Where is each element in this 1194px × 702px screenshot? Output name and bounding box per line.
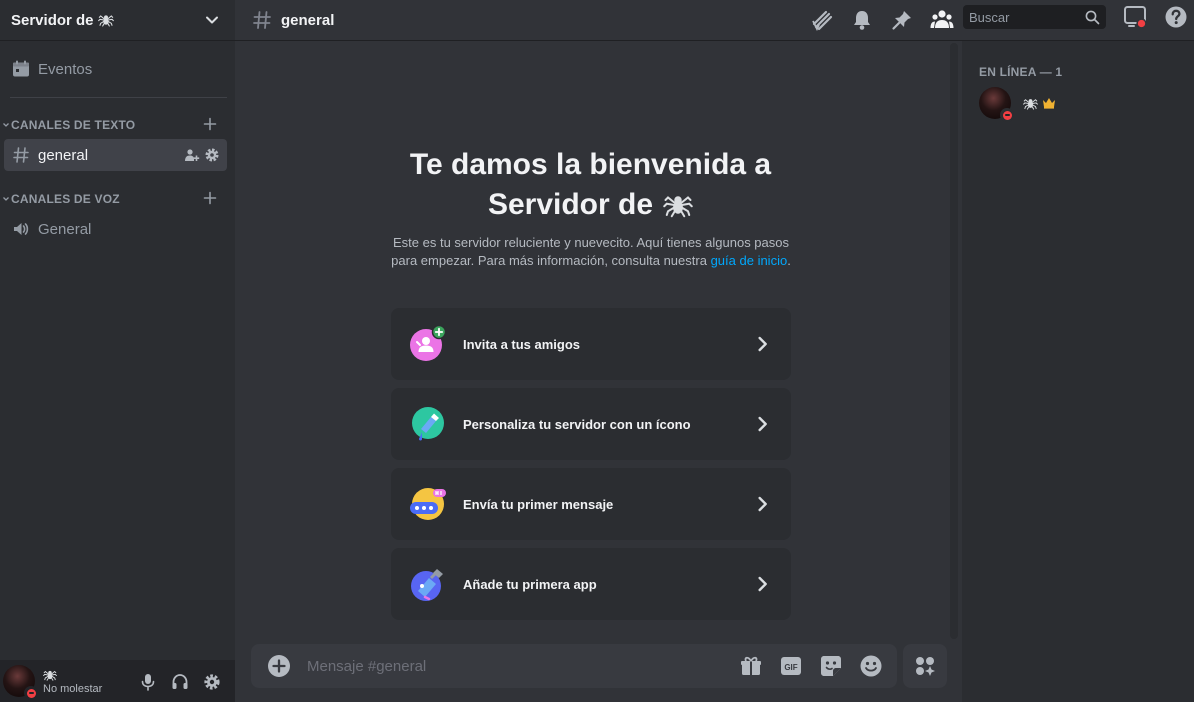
svg-text:GIF: GIF: [784, 663, 797, 672]
members-icon[interactable]: [922, 4, 962, 36]
avatar[interactable]: [3, 665, 38, 700]
gift-icon[interactable]: [739, 654, 763, 678]
member-item[interactable]: [979, 87, 1056, 122]
chevron-down-icon[interactable]: [205, 13, 219, 27]
message-composer[interactable]: Mensaje #general GIF: [251, 644, 897, 688]
gear-icon[interactable]: [204, 147, 220, 163]
invite-friends-card[interactable]: Invita a tus amigos: [391, 308, 791, 380]
channel-general-text[interactable]: general: [4, 139, 227, 171]
dnd-status-icon: [1000, 108, 1014, 122]
divider: [10, 97, 227, 98]
scrollbar[interactable]: [950, 43, 958, 639]
card-label: Envía tu primer mensaje: [463, 496, 614, 512]
chat-area: Te damos la bienvenida a Servidor de Est…: [235, 41, 962, 702]
hashtag-icon: [12, 146, 30, 164]
customize-server-card[interactable]: Personaliza tu servidor con un ícono: [391, 388, 791, 460]
category-voice-channels[interactable]: CANALES DE VOZ: [0, 189, 235, 209]
chevron-right-icon: [755, 336, 771, 352]
apps-icon: [913, 654, 937, 678]
chevron-right-icon: [755, 576, 771, 592]
pin-icon[interactable]: [882, 4, 922, 36]
customize-icon: [409, 405, 447, 443]
category-label: CANALES DE VOZ: [11, 192, 120, 206]
headphones-icon[interactable]: [171, 673, 189, 691]
category-label: CANALES DE TEXTO: [11, 118, 136, 132]
channel-name: General: [38, 220, 92, 238]
add-attachment-icon[interactable]: [267, 654, 291, 678]
apps-button[interactable]: [903, 644, 947, 688]
search-icon: [1085, 10, 1100, 25]
inbox-icon[interactable]: [1123, 5, 1147, 29]
gif-icon[interactable]: GIF: [779, 654, 803, 678]
invite-friends-icon: [409, 325, 447, 363]
events-item[interactable]: Eventos: [8, 53, 227, 85]
calendar-icon: [12, 60, 30, 78]
emoji-icon[interactable]: [859, 654, 883, 678]
server-name: Servidor de: [11, 11, 94, 29]
card-label: Añade tu primera app: [463, 576, 597, 592]
events-label: Eventos: [38, 60, 93, 78]
card-label: Personaliza tu servidor con un ícono: [463, 416, 691, 432]
message-input[interactable]: Mensaje #general: [307, 658, 426, 675]
bell-icon[interactable]: [842, 4, 882, 36]
chevron-down-icon: [0, 121, 11, 129]
create-channel-icon[interactable]: [203, 191, 217, 205]
server-header[interactable]: Servidor de: [0, 0, 235, 41]
user-status: No molestar: [43, 682, 103, 695]
welcome-title-line1: Te damos la bienvenida a: [409, 148, 772, 181]
gear-icon[interactable]: [203, 673, 221, 691]
crown-icon: [1042, 97, 1056, 109]
create-invite-icon[interactable]: [184, 147, 200, 163]
chevron-right-icon: [755, 416, 771, 432]
welcome-description: Este es tu servidor reluciente y nueveci…: [390, 234, 792, 270]
channel-name: general: [38, 146, 89, 164]
spider-icon: [663, 190, 693, 220]
threads-icon[interactable]: [802, 4, 842, 36]
hashtag-icon: [252, 10, 272, 30]
user-panel: No molestar: [0, 660, 235, 702]
spider-icon: [98, 12, 114, 28]
channel-sidebar: Servidor de Eventos CANALES DE TEXTO gen…: [0, 0, 235, 702]
channel-general-voice[interactable]: General: [4, 213, 227, 245]
category-text-channels[interactable]: CANALES DE TEXTO: [0, 115, 235, 135]
first-app-card[interactable]: Añade tu primera app: [391, 548, 791, 620]
message-icon: [409, 485, 447, 523]
app-icon: [409, 565, 447, 603]
speaker-icon: [12, 220, 30, 238]
search-placeholder: Buscar: [969, 9, 1010, 25]
welcome-desc-suffix: .: [787, 253, 791, 268]
avatar: [979, 87, 1014, 122]
microphone-icon[interactable]: [139, 673, 157, 691]
create-channel-icon[interactable]: [203, 117, 217, 131]
spider-icon: [1023, 96, 1038, 111]
members-heading: EN LÍNEA — 1: [979, 65, 1063, 79]
help-icon[interactable]: [1164, 5, 1188, 29]
first-message-card[interactable]: Envía tu primer mensaje: [391, 468, 791, 540]
member-list: EN LÍNEA — 1: [962, 41, 1194, 702]
spider-icon: [43, 668, 102, 683]
channel-title: general: [281, 11, 335, 29]
getting-started-link[interactable]: guía de inicio: [711, 253, 788, 268]
channel-header: general Buscar: [235, 0, 1194, 41]
search-input[interactable]: Buscar: [963, 5, 1106, 29]
chevron-right-icon: [755, 496, 771, 512]
welcome-title: Te damos la bienvenida a Servidor de: [235, 145, 946, 225]
sticker-icon[interactable]: [819, 654, 843, 678]
welcome-title-line2: Servidor de: [487, 188, 654, 221]
chevron-down-icon: [0, 195, 11, 203]
card-label: Invita a tus amigos: [463, 336, 581, 352]
dnd-status-icon: [24, 686, 38, 700]
